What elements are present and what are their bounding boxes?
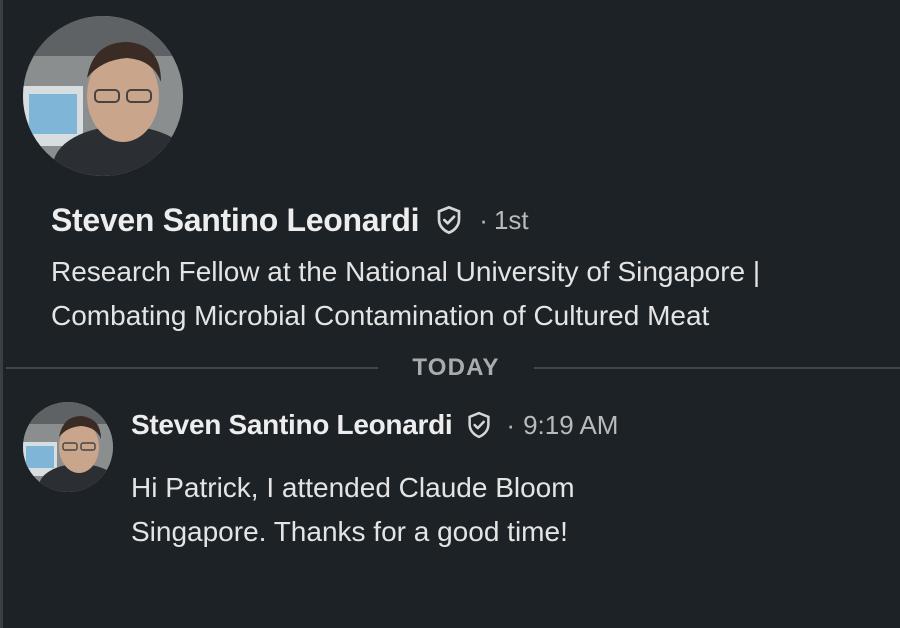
message-header: Steven Santino Leonardi · 9:19 AM xyxy=(131,404,618,446)
message-sender-avatar[interactable] xyxy=(23,402,113,492)
verified-shield-icon xyxy=(433,204,465,236)
verified-shield-icon xyxy=(464,410,494,440)
message-text: Hi Patrick, I attended Claude Bloom Sing… xyxy=(131,472,575,547)
date-divider: TODAY xyxy=(6,352,900,384)
message-sender-name[interactable]: Steven Santino Leonardi xyxy=(131,409,453,441)
divider-line-right xyxy=(534,367,900,369)
message-time-separator: · xyxy=(506,409,516,440)
profile-avatar[interactable] xyxy=(23,16,183,176)
profile-name[interactable]: Steven Santino Leonardi xyxy=(51,202,420,239)
message-timestamp: 9:19 AM xyxy=(523,409,619,440)
profile-name-row: Steven Santino Leonardi · 1st xyxy=(51,198,529,242)
profile-photo-icon xyxy=(23,402,113,492)
profile-photo-icon xyxy=(23,16,183,176)
connection-degree: 1st xyxy=(493,204,529,235)
conversation-pane: Steven Santino Leonardi · 1st Research Fe… xyxy=(0,0,900,628)
divider-line-left xyxy=(6,367,378,369)
profile-headline: Research Fellow at the National Universi… xyxy=(51,256,761,331)
divider-label: TODAY xyxy=(412,354,500,381)
degree-separator: · xyxy=(479,204,488,235)
